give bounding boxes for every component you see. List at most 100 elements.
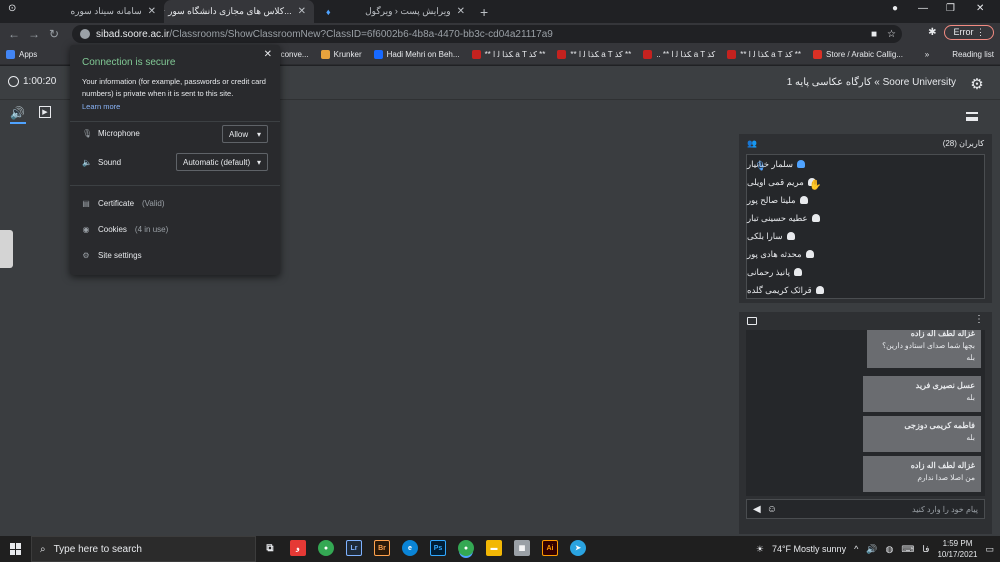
close-tab-icon[interactable]: ✕ bbox=[148, 6, 156, 17]
sound-select[interactable]: Automatic (default) ▾ bbox=[176, 153, 268, 171]
chat-placeholder: پیام خود را وارد کنید bbox=[912, 504, 978, 514]
more-bookmarks-icon[interactable]: » bbox=[925, 50, 929, 59]
university-logo-icon: ⚙ bbox=[970, 76, 984, 93]
bookmark-label: ** ﻜﺬﺎ ﻟ ﺍ a T ﮐﺬ ** bbox=[570, 50, 632, 59]
bookmark-star-icon[interactable]: ☆ bbox=[887, 29, 896, 40]
speaker-icon[interactable]: 🔊 bbox=[10, 106, 25, 120]
taskbar-search[interactable]: ⌕ Type here to search bbox=[31, 536, 256, 562]
bookmark-label: Krunker bbox=[333, 50, 362, 59]
bookmark-item[interactable]: ** ﻜﺬﺎ ﻟ ﺍ a T ﮐﺬ ** bbox=[721, 50, 807, 59]
notifications-icon[interactable]: ▭ bbox=[985, 544, 994, 555]
language-indicator[interactable]: فا bbox=[922, 544, 929, 555]
reload-icon[interactable]: ↻ bbox=[44, 27, 64, 41]
cookie-icon: ◉ bbox=[82, 225, 90, 234]
emoji-icon[interactable]: ☺ bbox=[767, 504, 777, 515]
photoshop-icon[interactable]: Ps bbox=[430, 540, 446, 556]
close-window-button[interactable]: ✕ bbox=[976, 3, 984, 14]
chat-options-icon[interactable]: ⋮ bbox=[974, 314, 984, 325]
back-icon[interactable]: ← bbox=[4, 27, 24, 41]
new-tab-button[interactable]: + bbox=[480, 4, 488, 20]
edge-icon[interactable]: e bbox=[402, 540, 418, 556]
bookmark-item[interactable]: ** ﻜﺬﺎ ﻟ ﺍ a T ﮐﺬ ** bbox=[551, 50, 637, 59]
chevron-up-icon[interactable]: ^ bbox=[854, 544, 858, 554]
site-settings-label: Site settings bbox=[98, 251, 142, 260]
forward-icon[interactable]: → bbox=[24, 27, 44, 41]
taskbar-clock[interactable]: 1:59 PM 10/17/2021 bbox=[937, 538, 977, 560]
menu-icon[interactable] bbox=[966, 112, 978, 121]
bookmark-item[interactable]: Krunker bbox=[315, 50, 368, 59]
chrome-active-icon[interactable]: ● bbox=[458, 540, 474, 556]
learn-more-link[interactable]: Learn more bbox=[82, 102, 268, 111]
side-panel-handle[interactable] bbox=[0, 230, 13, 268]
lightroom-icon[interactable]: Lr bbox=[346, 540, 362, 556]
tab-virtual-class[interactable]: ✦ کلاس های مجازی دانشگاه سور... ✕ bbox=[164, 0, 314, 23]
list-item[interactable]: مریم قمی اویلی bbox=[747, 173, 984, 191]
chat-messages[interactable]: غزاله لطف اله زاده بچها شما صدای استادو … bbox=[746, 330, 985, 496]
camera-icon[interactable]: ■ bbox=[871, 29, 877, 40]
sound-permission: 🔈 Sound bbox=[82, 158, 121, 167]
store-icon bbox=[813, 50, 823, 59]
app-icon[interactable]: و bbox=[290, 540, 306, 556]
send-icon[interactable]: ◀ bbox=[753, 504, 761, 515]
chrome-icon[interactable]: ● bbox=[318, 540, 334, 556]
tab-virgool[interactable]: ♦ ویرایش پست ‹ ویرگول ✕ bbox=[318, 0, 473, 23]
close-icon[interactable]: ✕ bbox=[264, 49, 272, 60]
weather-text[interactable]: 74°F Mostly sunny bbox=[772, 544, 846, 554]
task-view-icon[interactable]: ⧉ bbox=[262, 540, 278, 556]
bookmark-item[interactable]: Store / Arabic Callig... bbox=[807, 50, 909, 59]
list-item[interactable]: محدثه هادی پور bbox=[747, 245, 984, 263]
user-icon bbox=[805, 250, 814, 258]
chat-input[interactable]: ◀ ☺ پیام خود را وارد کنید bbox=[746, 499, 985, 519]
illustrator-icon[interactable]: Ai bbox=[542, 540, 558, 556]
microphone-icon[interactable]: 🎙 bbox=[755, 161, 766, 172]
profile-icon[interactable]: ● bbox=[892, 3, 898, 14]
users-title: کاربران (28) bbox=[942, 138, 984, 148]
windows-start-icon[interactable] bbox=[10, 543, 22, 555]
lock-icon[interactable] bbox=[80, 29, 90, 39]
chat-message: عسل نصیری فرید بله bbox=[863, 376, 981, 412]
user-name: عطیه حسینی تبار bbox=[747, 212, 808, 223]
extensions-icon[interactable]: ✱ bbox=[928, 27, 936, 38]
chat-message: غزاله لطف اله زاده بچها شما صدای استادو … bbox=[867, 330, 981, 368]
timer-value: 1:00:20 bbox=[23, 76, 57, 87]
list-item[interactable]: سلمار خنانیار bbox=[747, 155, 984, 173]
list-item[interactable]: عطیه حسینی تبار bbox=[747, 209, 984, 227]
bookmark-item[interactable]: Hadi Mehri on Beh... bbox=[368, 50, 466, 59]
list-item[interactable]: پانیذ رحمانی bbox=[747, 263, 984, 281]
users-group-icon: 👥 bbox=[747, 138, 757, 148]
browser-toolbar: ← → ↻ sibad.soore.ac.ir /Classrooms/Show… bbox=[0, 23, 1000, 45]
address-bar[interactable]: sibad.soore.ac.ir /Classrooms/ShowClassr… bbox=[72, 25, 902, 43]
bookmark-apps[interactable]: Apps bbox=[0, 50, 43, 59]
cookies-row[interactable]: ◉ Cookies (4 in use) bbox=[82, 225, 169, 234]
network-icon[interactable]: ◍ bbox=[886, 544, 894, 555]
error-button[interactable]: Error ⋮ bbox=[944, 25, 994, 40]
bookmark-item[interactable]: .. ** ﻜﺬﺎ ﻟ ﺍ a T ﮐﺬ bbox=[637, 50, 721, 59]
site-settings-row[interactable]: ⚙ Site settings bbox=[82, 251, 142, 260]
telegram-icon[interactable]: ➤ bbox=[570, 540, 586, 556]
list-item[interactable]: ملیتا صالح پور bbox=[747, 191, 984, 209]
close-tab-icon[interactable]: ✕ bbox=[457, 6, 465, 17]
user-icon bbox=[796, 160, 805, 168]
user-name: قرائک کریمی گلده bbox=[747, 284, 812, 295]
minimize-button[interactable]: — bbox=[918, 3, 928, 14]
certificate-row[interactable]: ▤ Certificate (Valid) bbox=[82, 199, 164, 208]
maximize-button[interactable]: ❐ bbox=[946, 3, 955, 14]
list-item[interactable]: سارا بلکی bbox=[747, 227, 984, 245]
file-explorer-icon[interactable]: ▬ bbox=[486, 540, 502, 556]
list-item[interactable]: قرائک کریمی گلده bbox=[747, 281, 984, 299]
select-value: Allow bbox=[229, 129, 249, 139]
tab-search-icon[interactable]: ⊙ bbox=[8, 3, 16, 14]
tab-sinad[interactable]: سامانه سیناد سوره ✕ bbox=[24, 0, 164, 23]
microphone-select[interactable]: Allow ▾ bbox=[222, 125, 268, 143]
app-icon[interactable]: ▦ bbox=[514, 540, 530, 556]
message-sender: عسل نصیری فرید bbox=[915, 381, 975, 390]
dropdown-arrow-icon: ▾ bbox=[256, 157, 261, 167]
bridge-icon[interactable]: Br bbox=[374, 540, 390, 556]
close-tab-icon[interactable]: ✕ bbox=[298, 6, 306, 17]
presentation-icon[interactable]: ▶ bbox=[38, 106, 51, 118]
volume-icon[interactable]: 🔊 bbox=[866, 544, 877, 555]
bookmark-reading-list[interactable]: » Reading list bbox=[919, 50, 1000, 59]
keyboard-icon[interactable]: ⌨ bbox=[901, 544, 914, 555]
bookmark-item[interactable]: ** ﻜﺬﺎ ﻟ ﺍ a T ﮐﺬ ** bbox=[466, 50, 552, 59]
message-text: بله bbox=[966, 393, 975, 402]
